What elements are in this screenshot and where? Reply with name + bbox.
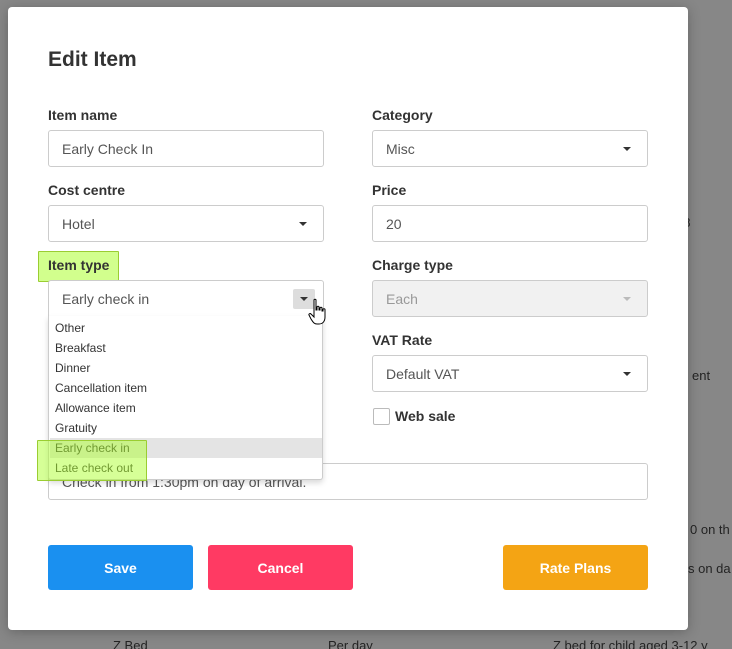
vat-rate-value: Default VAT (386, 366, 460, 382)
web-sale-checkbox[interactable] (373, 408, 390, 425)
dropdown-option-allowance-item[interactable]: Allowance item (50, 398, 322, 418)
item-type-value: Early check in (62, 291, 150, 307)
price-label: Price (372, 182, 407, 198)
cost-centre-label: Cost centre (48, 182, 126, 198)
price-value: 20 (386, 216, 402, 232)
chevron-down-icon (623, 147, 631, 151)
item-type-label: Item type (48, 257, 110, 273)
dropdown-option-cancellation-item[interactable]: Cancellation item (50, 378, 322, 398)
chevron-down-icon (300, 297, 308, 301)
dropdown-option-breakfast[interactable]: Breakfast (50, 338, 322, 358)
price-input[interactable]: 20 (372, 205, 648, 242)
cost-centre-value: Hotel (62, 216, 95, 232)
cancel-button[interactable]: Cancel (208, 545, 353, 590)
modal-title: Edit Item (48, 48, 137, 71)
annotation-highlight (37, 440, 147, 481)
vat-rate-select[interactable]: Default VAT (372, 355, 648, 392)
charge-type-label: Charge type (372, 257, 453, 273)
item-name-value: Early Check In (62, 141, 154, 157)
dropdown-option-dinner[interactable]: Dinner (50, 358, 322, 378)
chevron-down-icon (623, 372, 631, 376)
hand-cursor-icon (308, 298, 326, 325)
dropdown-option-gratuity[interactable]: Gratuity (50, 418, 322, 438)
cost-centre-select[interactable]: Hotel (48, 205, 324, 242)
rate-plans-button[interactable]: Rate Plans (503, 545, 648, 590)
charge-type-value: Each (386, 291, 418, 307)
category-select[interactable]: Misc (372, 130, 648, 167)
item-type-select[interactable]: Early check in (48, 280, 324, 317)
charge-type-select: Each (372, 280, 648, 317)
save-button[interactable]: Save (48, 545, 193, 590)
chevron-down-icon (299, 222, 307, 226)
dropdown-option-other[interactable]: Other (50, 318, 322, 338)
vat-rate-label: VAT Rate (372, 332, 433, 348)
item-name-input[interactable]: Early Check In (48, 130, 324, 167)
category-value: Misc (386, 141, 415, 157)
item-name-label: Item name (48, 107, 118, 123)
web-sale-label: Web sale (395, 408, 456, 424)
category-label: Category (372, 107, 433, 123)
chevron-down-icon (623, 297, 631, 301)
